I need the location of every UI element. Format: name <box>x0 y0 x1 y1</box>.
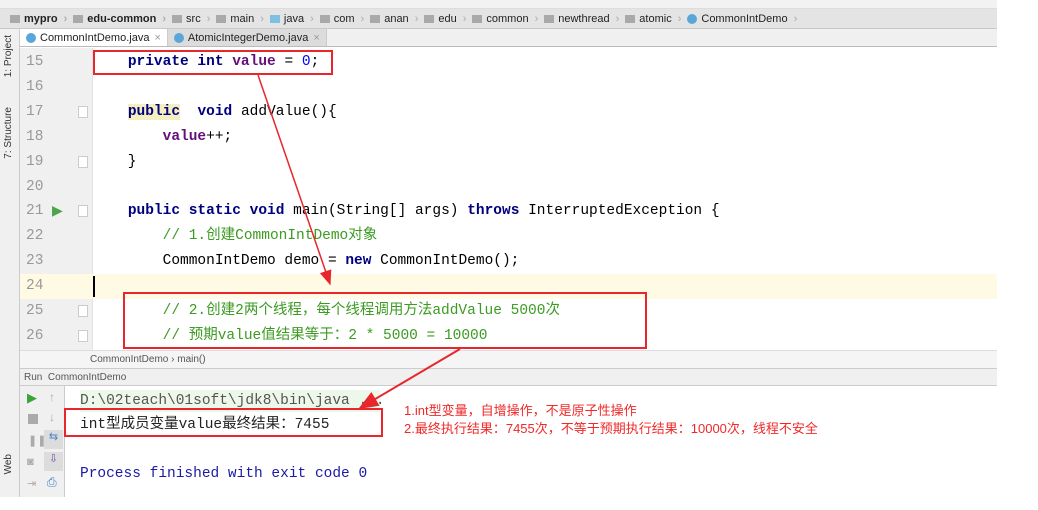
annotation-note-2: 2.最终执行结果：7455次，不等于预期执行结果：10000次，线程不安全 <box>404 421 818 436</box>
arrow-field-to-comment <box>257 74 332 286</box>
annotation-note-1: 1.int型变量，自增操作，不是原子性操作 <box>404 403 637 418</box>
